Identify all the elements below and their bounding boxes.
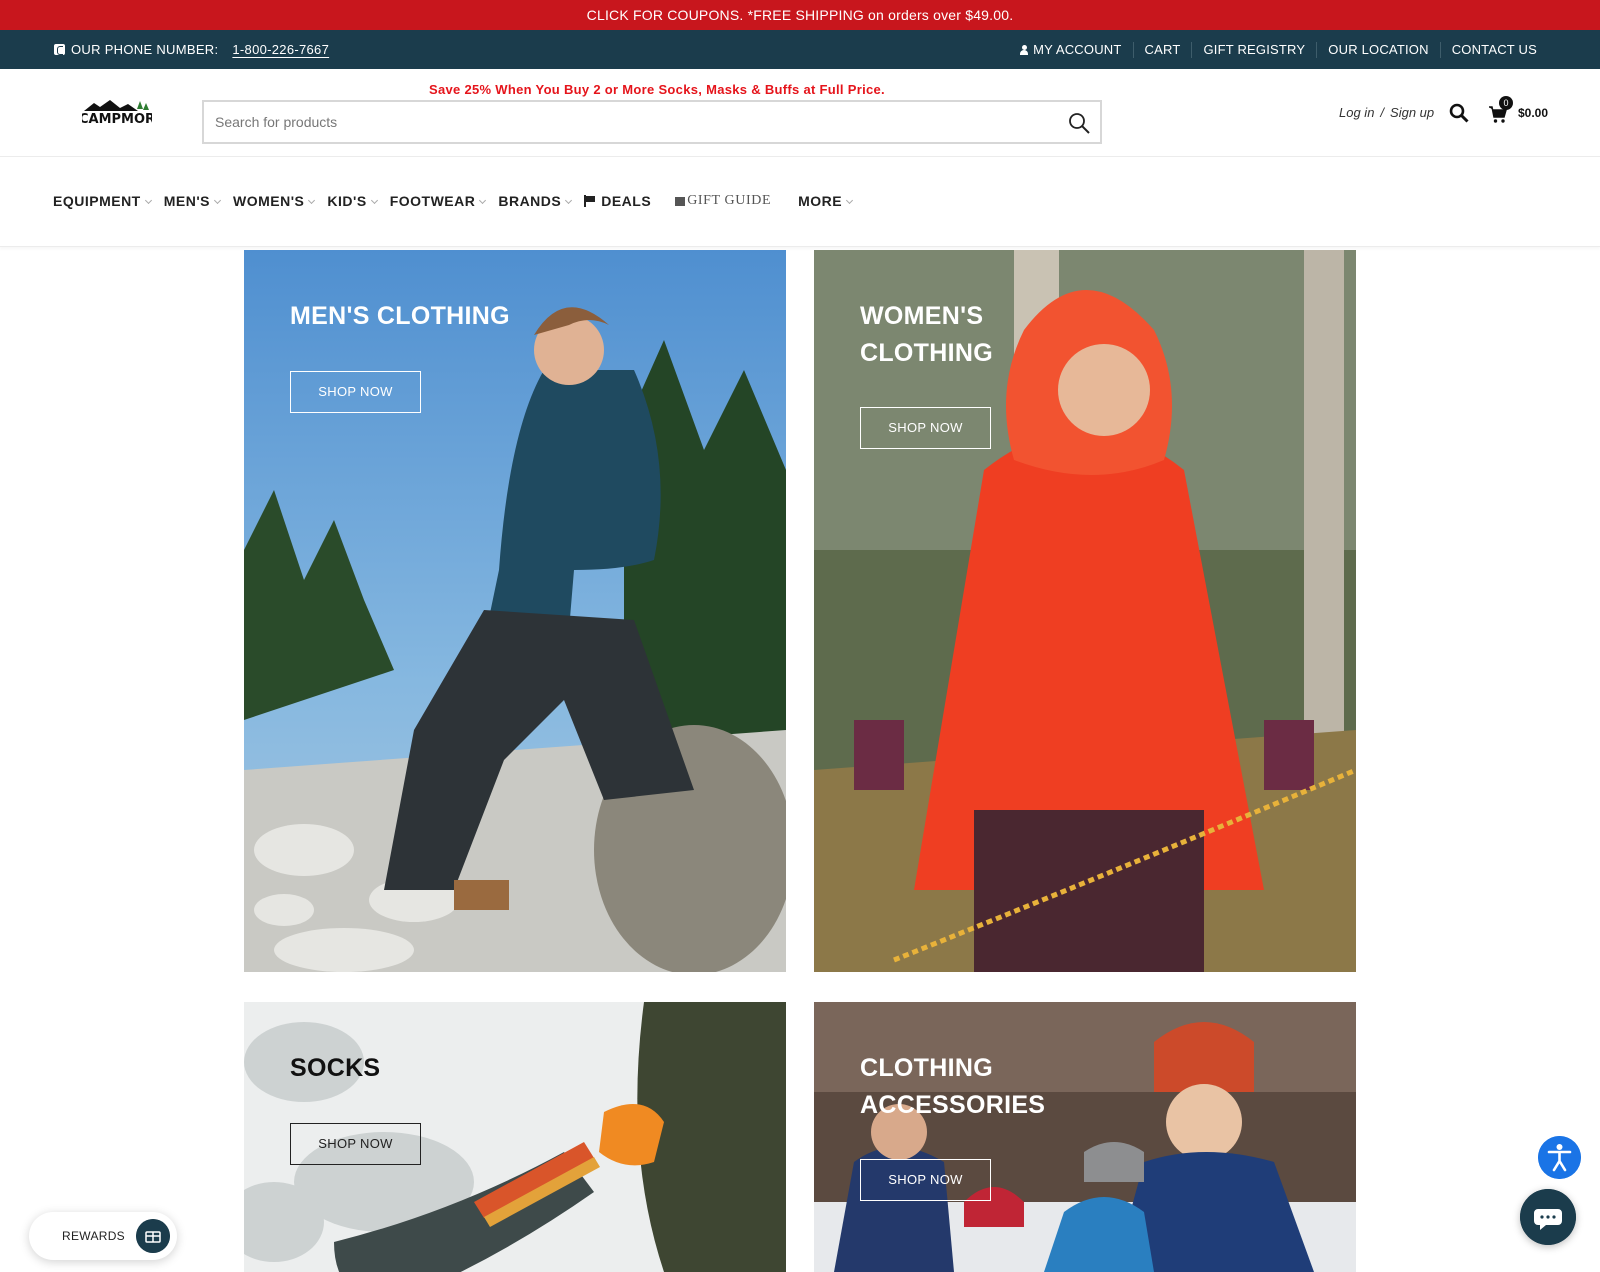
tile-title-socks: SOCKS <box>290 1054 381 1082</box>
cart-total: $0.00 <box>1518 106 1549 120</box>
nav-kids[interactable]: KID'S <box>327 193 378 209</box>
chevron-down-icon <box>308 196 316 204</box>
mini-cart[interactable]: 0 $0.00 <box>1488 96 1560 126</box>
auth-separator: / <box>1380 105 1385 120</box>
nav-brands-label: BRANDS <box>498 193 562 209</box>
phone-label: OUR PHONE NUMBER: <box>71 42 219 57</box>
rewards-label: REWARDS <box>62 1229 125 1243</box>
my-account-label: MY ACCOUNT <box>1033 41 1122 57</box>
chat-icon[interactable] <box>1520 1189 1576 1245</box>
utility-links: MY ACCOUNT CART GIFT REGISTRY OUR LOCATI… <box>1009 30 1548 69</box>
category-tile-womens[interactable]: WOMEN'S CLOTHING SHOP NOW <box>814 250 1356 972</box>
nav-mens[interactable]: MEN'S <box>163 193 222 209</box>
rewards-icon <box>136 1219 170 1253</box>
search-bar <box>202 100 1102 144</box>
nav-more-label: MORE <box>798 193 843 209</box>
nav-equipment[interactable]: EQUIPMENT <box>53 193 152 209</box>
chevron-down-icon <box>213 196 222 204</box>
phone-number-link[interactable]: 1-800-226-7667 <box>232 42 329 57</box>
login-link[interactable]: Log in <box>1339 105 1374 120</box>
nav-gift-guide[interactable]: GIFT GUIDE <box>675 193 771 209</box>
chevron-down-icon <box>846 196 854 204</box>
shop-now-womens-button[interactable]: SHOP NOW <box>860 407 991 449</box>
phone-icon <box>54 44 65 55</box>
chevron-down-icon <box>144 196 152 204</box>
nav-footwear-label: FOOTWEAR <box>389 193 476 209</box>
user-icon <box>1020 44 1029 55</box>
our-location-link[interactable]: OUR LOCATION <box>1316 41 1439 58</box>
phone-info: OUR PHONE NUMBER: 1-800-226-7667 <box>54 42 329 57</box>
tile-title-mens: MEN'S CLOTHING <box>290 302 510 330</box>
chevron-down-icon <box>479 196 487 204</box>
clothing-accessories-photo <box>814 1002 1356 1272</box>
nav-more[interactable]: MORE <box>798 193 854 209</box>
nav-deals[interactable]: DEALS <box>584 193 651 209</box>
tile-title-accessories: CLOTHING ACCESSORIES <box>860 1054 1046 1119</box>
campmor-logo[interactable]: CAMPMOR <box>82 99 152 127</box>
search-icon[interactable] <box>1068 112 1090 134</box>
category-tile-accessories[interactable]: CLOTHING ACCESSORIES SHOP NOW <box>814 1002 1356 1272</box>
mens-clothing-photo <box>244 250 786 972</box>
nav-womens-label: WOMEN'S <box>233 193 305 209</box>
promo-message[interactable]: Save 25% When You Buy 2 or More Socks, M… <box>429 82 885 97</box>
cart-count-badge: 0 <box>1499 96 1513 110</box>
logo-text: CAMPMOR <box>82 112 152 127</box>
shop-now-accessories-button[interactable]: SHOP NOW <box>860 1159 991 1201</box>
coupon-banner[interactable]: CLICK FOR COUPONS. *FREE SHIPPING on ord… <box>0 0 1600 30</box>
shop-now-mens-button[interactable]: SHOP NOW <box>290 371 421 413</box>
category-tile-socks[interactable]: SOCKS SHOP NOW <box>244 1002 786 1272</box>
search-input[interactable] <box>204 114 1034 130</box>
site-header: CAMPMOR Save 25% When You Buy 2 or More … <box>0 69 1600 157</box>
flag-icon <box>584 195 596 207</box>
shop-now-socks-button[interactable]: SHOP NOW <box>290 1123 421 1165</box>
my-account-link[interactable]: MY ACCOUNT <box>1009 42 1132 58</box>
nav-brands[interactable]: BRANDS <box>498 193 573 209</box>
nav-gift-guide-label: GIFT GUIDE <box>687 193 772 208</box>
gift-registry-link[interactable]: GIFT REGISTRY <box>1191 41 1316 58</box>
cart-link[interactable]: CART <box>1132 41 1192 58</box>
nav-womens[interactable]: WOMEN'S <box>233 193 316 209</box>
nav-mens-label: MEN'S <box>163 193 211 209</box>
contact-us-link[interactable]: CONTACT US <box>1439 41 1548 58</box>
chevron-down-icon <box>565 196 573 204</box>
main-nav: EQUIPMENT MEN'S WOMEN'S KID'S FOOTWEAR B… <box>0 157 1600 247</box>
chevron-down-icon <box>370 196 378 204</box>
auth-links: Log in / Sign up <box>1339 105 1434 120</box>
coupon-banner-text[interactable]: CLICK FOR COUPONS. *FREE SHIPPING on ord… <box>587 7 1014 23</box>
nav-footwear[interactable]: FOOTWEAR <box>389 193 487 209</box>
gift-icon <box>675 196 686 206</box>
category-tile-mens[interactable]: MEN'S CLOTHING SHOP NOW <box>244 250 786 972</box>
tile-title-womens: WOMEN'S CLOTHING <box>860 302 993 367</box>
utility-bar: OUR PHONE NUMBER: 1-800-226-7667 MY ACCO… <box>0 30 1600 69</box>
header-search-icon[interactable] <box>1449 103 1469 123</box>
rewards-widget[interactable]: REWARDS <box>29 1212 177 1260</box>
nav-deals-label: DEALS <box>601 193 652 209</box>
accessibility-icon[interactable] <box>1538 1136 1581 1179</box>
nav-equipment-label: EQUIPMENT <box>53 193 141 209</box>
nav-kids-label: KID'S <box>327 193 367 209</box>
signup-link[interactable]: Sign up <box>1390 105 1434 120</box>
